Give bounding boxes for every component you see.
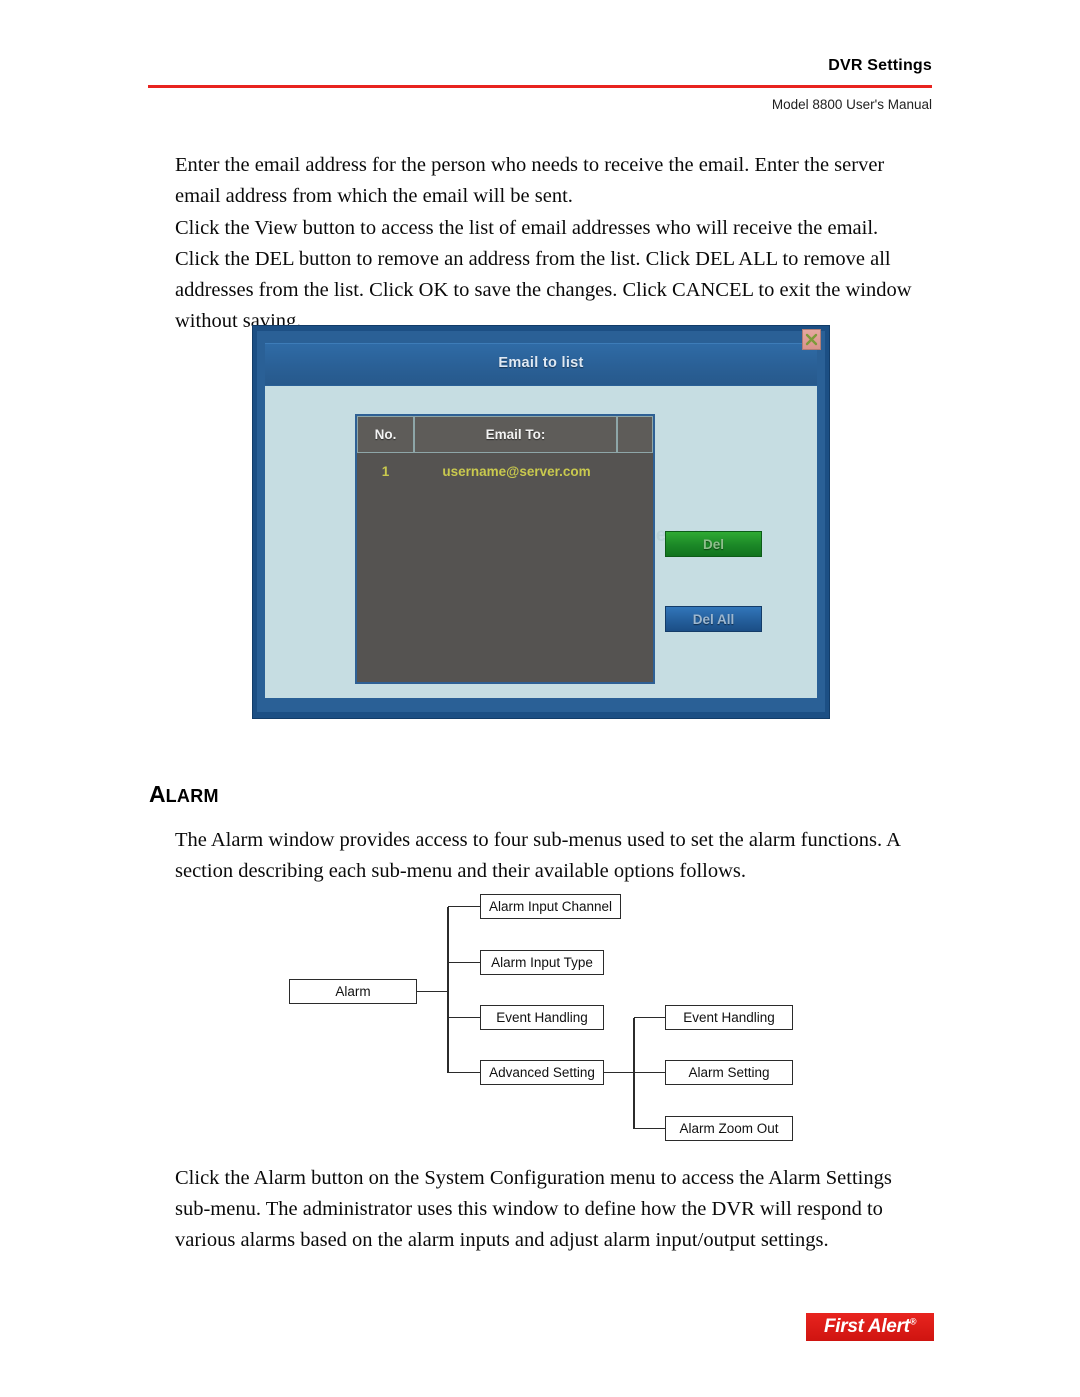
cell-row-number: 1 bbox=[381, 463, 390, 479]
tree-node-alarm-input-type-l1: Alarm Input Type bbox=[480, 950, 604, 975]
tree-connector-l2-1 bbox=[634, 1071, 665, 1074]
tree-connector-l2-2 bbox=[634, 1127, 665, 1130]
del-all-button[interactable]: Del All bbox=[665, 606, 762, 632]
tree-connector-l1-0 bbox=[448, 905, 480, 908]
paragraph-view-del-buttons: Click the View button to access the list… bbox=[175, 217, 912, 332]
tree-connector-l1-3 bbox=[448, 1071, 480, 1074]
tree-node-alarm-setting-l2: Alarm Setting bbox=[665, 1060, 793, 1085]
table-header-row: No. Email To: bbox=[357, 416, 653, 453]
column-header-blank bbox=[617, 416, 653, 453]
tree-connector-l2-0 bbox=[634, 1016, 665, 1019]
dvr-email-to-list-dialog: Email to list www.SecurityCameraWarehous… bbox=[252, 325, 830, 719]
dialog-outer-frame: Email to list www.SecurityCameraWarehous… bbox=[257, 329, 825, 712]
heading-smallcaps: LARM bbox=[165, 786, 219, 806]
page-header-subtitle: Model 8800 User's Manual bbox=[771, 97, 932, 112]
paragraph-alarm-intro: The Alarm window provides access to four… bbox=[175, 829, 900, 882]
dialog-body: www.SecurityCameraWarehouse.com No. Emai… bbox=[265, 386, 817, 698]
tree-connector-root bbox=[417, 990, 448, 993]
tree-node-alarm-zoom-out-l2: Alarm Zoom Out bbox=[665, 1116, 793, 1141]
tree-trunk-level1 bbox=[447, 906, 449, 1073]
dialog-title: Email to list bbox=[498, 355, 584, 371]
page-header-title: DVR Settings bbox=[828, 57, 932, 74]
tree-node-alarm-input-channel-l1: Alarm Input Channel bbox=[480, 894, 621, 919]
column-header-email-to: Email To: bbox=[414, 416, 617, 453]
paragraph-email-address: Enter the email address for the person w… bbox=[175, 154, 885, 207]
tree-connector-advanced-setting bbox=[604, 1071, 634, 1074]
dialog-titlebar: Email to list bbox=[265, 343, 817, 385]
tree-node-advanced-setting-l1: Advanced Setting bbox=[480, 1060, 604, 1085]
registered-mark: ® bbox=[909, 1316, 917, 1327]
heading-initial-cap: A bbox=[149, 781, 166, 807]
del-button[interactable]: Del bbox=[665, 531, 762, 557]
first-alert-logo-text: First Alert® bbox=[823, 1316, 917, 1337]
tree-trunk-level2 bbox=[633, 1017, 635, 1129]
tree-connector-l1-2 bbox=[448, 1016, 480, 1019]
header-red-rule bbox=[148, 85, 932, 88]
tree-connector-l1-1 bbox=[448, 961, 480, 964]
first-alert-logo: First Alert® bbox=[806, 1313, 934, 1341]
section-heading-alarm: ALARM bbox=[149, 783, 219, 806]
column-header-no: No. bbox=[357, 416, 414, 453]
email-list-table: No. Email To: 1 username@server.com bbox=[355, 414, 655, 684]
cell-email-address: username@server.com bbox=[442, 463, 591, 479]
page-header: DVR Settings Model 8800 User's Manual bbox=[0, 0, 1080, 120]
paragraph-alarm-button: Click the Alarm button on the System Con… bbox=[175, 1167, 892, 1251]
tree-node-event-handling-l2: Event Handling bbox=[665, 1005, 793, 1030]
table-row[interactable]: 1 username@server.com bbox=[357, 454, 653, 488]
tree-node-event-handling-l1: Event Handling bbox=[480, 1005, 604, 1030]
tree-node-root-alarm: Alarm bbox=[289, 979, 417, 1004]
close-icon[interactable] bbox=[802, 329, 821, 350]
